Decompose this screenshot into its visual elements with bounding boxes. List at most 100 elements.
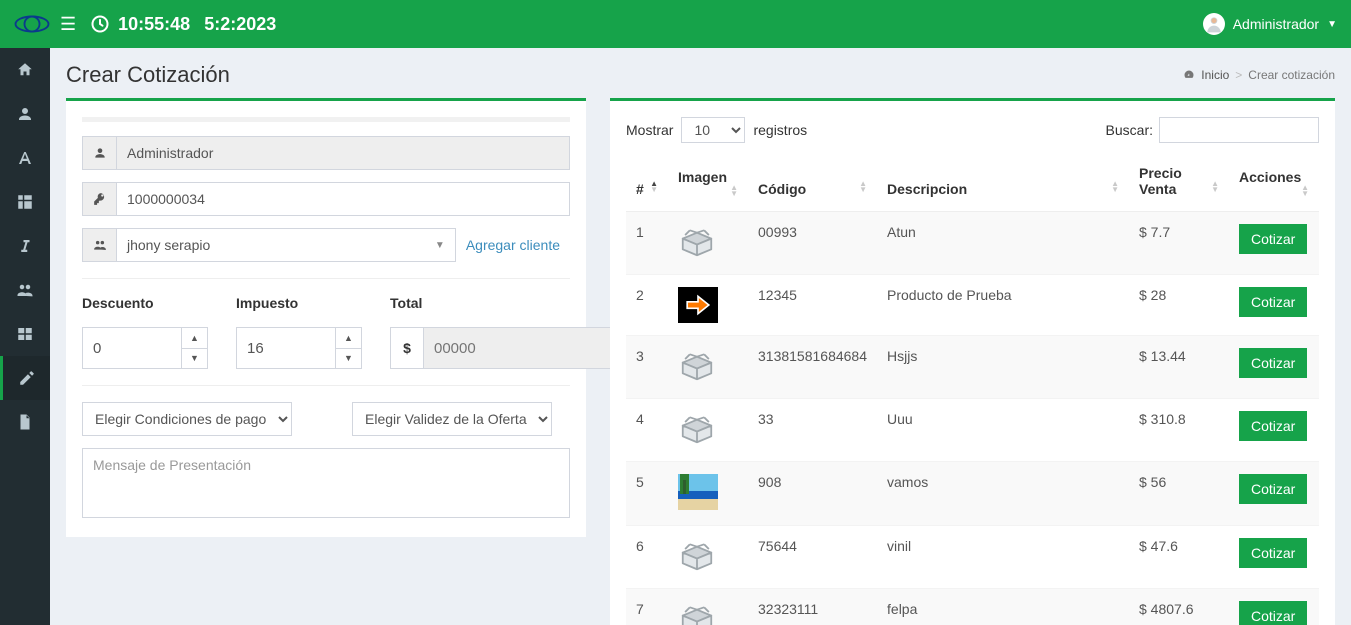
client-value: jhony serapio — [127, 237, 210, 253]
sidebar-th[interactable] — [0, 312, 50, 356]
cell-image — [668, 399, 748, 462]
cell-desc: Producto de Prueba — [877, 275, 1129, 336]
product-thumb-beach — [678, 474, 718, 510]
discount-down[interactable]: ▼ — [182, 348, 208, 370]
cotizar-button[interactable]: Cotizar — [1239, 601, 1307, 625]
quote-form-panel: jhony serapio ▼ Agregar cliente Descuent… — [66, 98, 586, 537]
discount-label: Descuento — [82, 295, 222, 311]
tax-label: Impuesto — [236, 295, 376, 311]
product-thumb-box — [678, 411, 716, 445]
cell-desc: Hsjjs — [877, 336, 1129, 399]
sidebar-users[interactable] — [0, 268, 50, 312]
sidebar-grid[interactable] — [0, 180, 50, 224]
client-select[interactable]: jhony serapio ▼ — [116, 228, 456, 262]
table-row: 331381581684684Hsjjs$ 13.44Cotizar — [626, 336, 1319, 399]
hamburger-toggle[interactable]: ☰ — [60, 14, 76, 35]
breadcrumb: Inicio > Crear cotización — [1183, 68, 1335, 82]
dollar-icon: $ — [390, 327, 424, 369]
cell-desc: Uuu — [877, 399, 1129, 462]
sidebar-edit[interactable] — [0, 356, 50, 400]
page-length-select[interactable]: 10 — [681, 117, 745, 143]
breadcrumb-home[interactable]: Inicio — [1201, 68, 1229, 82]
page-title: Crear Cotización — [66, 62, 230, 88]
cell-index: 1 — [626, 212, 668, 275]
records-label: registros — [753, 122, 807, 138]
cotizar-button[interactable]: Cotizar — [1239, 474, 1307, 504]
box-icon — [678, 223, 716, 259]
italic-icon — [16, 237, 34, 255]
col-codigo[interactable]: Código▲▼ — [748, 155, 877, 212]
sidebar-user[interactable] — [0, 92, 50, 136]
cell-index: 6 — [626, 526, 668, 589]
cell-index: 4 — [626, 399, 668, 462]
avatar — [1203, 13, 1225, 35]
cell-precio: $ 4807.6 — [1129, 589, 1229, 625]
sidebar-font[interactable] — [0, 136, 50, 180]
box-icon — [678, 537, 716, 573]
product-thumb-arrow — [678, 287, 718, 323]
offer-validity-select[interactable]: Elegir Validez de la Oferta — [352, 402, 552, 436]
discount-up[interactable]: ▲ — [182, 327, 208, 348]
user-icon — [16, 105, 34, 123]
cell-codigo: 00993 — [748, 212, 877, 275]
cotizar-button[interactable]: Cotizar — [1239, 224, 1307, 254]
cell-precio: $ 310.8 — [1129, 399, 1229, 462]
table-row: 433Uuu$ 310.8Cotizar — [626, 399, 1319, 462]
users-icon — [82, 228, 116, 262]
show-label: Mostrar — [626, 122, 673, 138]
cotizar-button[interactable]: Cotizar — [1239, 538, 1307, 568]
cell-image — [668, 589, 748, 625]
cell-precio: $ 7.7 — [1129, 212, 1229, 275]
clock-time: 10:55:48 — [118, 14, 190, 35]
cell-image — [668, 275, 748, 336]
key-icon — [82, 182, 116, 216]
cell-desc: Atun — [877, 212, 1129, 275]
product-thumb-box — [678, 538, 716, 572]
col-desc[interactable]: Descripcion▲▼ — [877, 155, 1129, 212]
dashboard-icon — [1183, 69, 1195, 81]
discount-input[interactable] — [82, 327, 182, 369]
col-imagen[interactable]: Imagen▲▼ — [668, 155, 748, 212]
product-thumb-box — [678, 601, 716, 625]
cotizar-button[interactable]: Cotizar — [1239, 287, 1307, 317]
table-row: 675644vinil$ 47.6Cotizar — [626, 526, 1319, 589]
clock-date: 5:2:2023 — [204, 14, 276, 35]
tax-stepper[interactable]: ▲▼ — [236, 327, 376, 369]
box-icon — [678, 410, 716, 446]
cotizar-button[interactable]: Cotizar — [1239, 348, 1307, 378]
cell-precio: $ 47.6 — [1129, 526, 1229, 589]
discount-stepper[interactable]: ▲▼ — [82, 327, 222, 369]
cell-image — [668, 212, 748, 275]
search-input[interactable] — [1159, 117, 1319, 143]
table-row: 212345Producto de Prueba$ 28Cotizar — [626, 275, 1319, 336]
presentation-message[interactable] — [82, 448, 570, 518]
cell-image — [668, 462, 748, 526]
tax-down[interactable]: ▼ — [336, 348, 362, 370]
sidebar-italic[interactable] — [0, 224, 50, 268]
caret-down-icon: ▼ — [435, 240, 445, 251]
product-thumb-box — [678, 348, 716, 382]
tax-up[interactable]: ▲ — [336, 327, 362, 348]
caret-down-icon: ▼ — [1327, 19, 1337, 30]
users-icon — [16, 281, 34, 299]
sidebar-home[interactable] — [0, 48, 50, 92]
payment-conditions-select[interactable]: Elegir Condiciones de pago — [82, 402, 292, 436]
cell-codigo: 31381581684684 — [748, 336, 877, 399]
table-row: 732323111felpa$ 4807.6Cotizar — [626, 589, 1319, 625]
col-acciones[interactable]: Acciones▲▼ — [1229, 155, 1319, 212]
cell-codigo: 908 — [748, 462, 877, 526]
sidebar-file[interactable] — [0, 400, 50, 444]
col-precio[interactable]: Precio Venta▲▼ — [1129, 155, 1229, 212]
products-table: #▲▼ Imagen▲▼ Código▲▼ Descripcion▲▼ Prec… — [626, 155, 1319, 625]
table-row: 5908vamos$ 56Cotizar — [626, 462, 1319, 526]
tax-input[interactable] — [236, 327, 336, 369]
code-input[interactable] — [116, 182, 570, 216]
table-row: 1 00993Atun$ 7.7 Cotizar — [626, 212, 1319, 275]
user-menu[interactable]: Administrador ▼ — [1203, 13, 1337, 35]
cotizar-button[interactable]: Cotizar — [1239, 411, 1307, 441]
col-index[interactable]: #▲▼ — [626, 155, 668, 212]
add-client-button[interactable]: Agregar cliente — [456, 228, 570, 262]
grid-icon — [16, 193, 34, 211]
user-icon — [82, 136, 116, 170]
app-logo — [14, 12, 50, 36]
